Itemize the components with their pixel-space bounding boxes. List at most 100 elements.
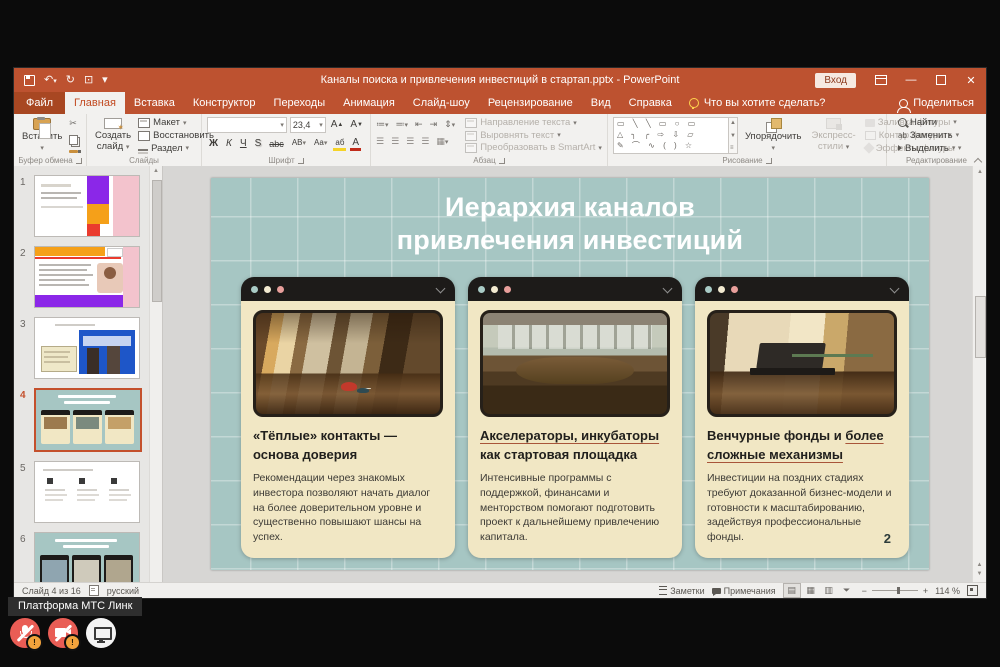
screen-share-button[interactable] <box>86 618 116 648</box>
replace-button[interactable]: abЗаменить▾ <box>898 131 959 141</box>
card-warm-contacts[interactable]: «Тёплые» контакты — основа доверия Реком… <box>241 277 455 558</box>
zoom-out-button[interactable]: − <box>862 586 867 596</box>
find-button[interactable]: Найти <box>898 118 959 128</box>
slide-title[interactable]: Иерархия каналов привлечения инвестиций <box>211 191 929 257</box>
tab-transitions[interactable]: Переходы <box>265 92 335 114</box>
tab-view[interactable]: Вид <box>582 92 620 114</box>
underline-button[interactable]: Ч <box>238 137 249 151</box>
tab-slideshow[interactable]: Слайд-шоу <box>404 92 479 114</box>
align-right-button[interactable]: ☰ <box>406 136 414 147</box>
collapse-ribbon-button[interactable] <box>974 156 982 164</box>
align-text-button[interactable]: Выровнять текст▾ <box>465 131 602 141</box>
strikethrough-button[interactable]: abc <box>267 137 286 151</box>
notes-toggle[interactable]: Заметки <box>659 586 704 596</box>
close-button[interactable]: ✕ <box>956 68 986 92</box>
save-icon[interactable] <box>24 75 35 86</box>
columns-button[interactable]: ▦▾ <box>436 136 448 147</box>
fit-slide-to-window-button[interactable] <box>967 585 978 596</box>
copy-icon[interactable] <box>69 135 78 145</box>
start-slideshow-icon[interactable]: ⊡ <box>84 75 93 86</box>
clipboard-dialog-launcher[interactable] <box>76 158 82 164</box>
decrease-indent-button[interactable]: ⇤ <box>415 119 423 130</box>
slide-thumbnail-5[interactable]: 5 <box>20 461 146 523</box>
tell-me-box[interactable]: Что вы хотите сделать? <box>681 92 834 114</box>
change-case-button[interactable]: Аа▾ <box>312 136 329 151</box>
paragraph-dialog-launcher[interactable] <box>499 158 505 164</box>
numbering-button[interactable]: ≕▾ <box>396 119 409 130</box>
slide-thumbnail-6[interactable]: 6 <box>20 532 146 583</box>
bold-button[interactable]: Ж <box>207 137 220 151</box>
comments-toggle[interactable]: Примечания <box>712 586 776 596</box>
cut-icon[interactable]: ✂ <box>69 118 78 129</box>
ribbon-display-options-button[interactable] <box>866 68 896 92</box>
arrange-button[interactable]: Упорядочить ▾ <box>742 117 805 154</box>
zoom-in-button[interactable]: + <box>923 586 928 596</box>
increase-indent-button[interactable]: ⇥ <box>430 119 438 130</box>
tab-animations[interactable]: Анимация <box>334 92 404 114</box>
bullets-button[interactable]: ≔▾ <box>376 119 389 130</box>
new-slide-button[interactable]: Создать слайд ▾ <box>92 117 134 154</box>
paste-button[interactable]: Вставить ▾ <box>19 117 65 154</box>
minimize-button[interactable]: — <box>896 68 926 92</box>
italic-button[interactable]: К <box>224 137 234 151</box>
slide-thumbnail-3[interactable]: 3 <box>20 317 146 379</box>
tab-design[interactable]: Конструктор <box>184 92 265 114</box>
next-slide-button[interactable]: ▼ <box>973 570 986 580</box>
select-button[interactable]: Выделить▾ <box>898 144 959 154</box>
slide-thumbnail-2[interactable]: 2 <box>20 246 146 308</box>
card-accelerators[interactable]: Акселераторы, инкубаторы как стартовая п… <box>468 277 682 558</box>
redo-icon[interactable]: ↻ <box>66 75 75 86</box>
format-painter-icon[interactable] <box>69 150 78 153</box>
text-shadow-button[interactable]: S <box>253 137 264 151</box>
font-name-input[interactable]: ▾ <box>207 117 287 133</box>
slide-editor-area[interactable]: Иерархия каналов привлечения инвестиций <box>163 166 986 583</box>
tab-insert[interactable]: Вставка <box>125 92 184 114</box>
normal-view-button[interactable]: ▤ <box>783 583 801 598</box>
font-color-button[interactable]: А <box>350 137 361 151</box>
card-venture-funds[interactable]: Венчурные фонды и более сложные механизм… <box>695 277 909 558</box>
highlight-color-button[interactable]: аб <box>333 137 346 151</box>
microphone-muted-button[interactable]: ! <box>10 618 40 648</box>
slide-canvas[interactable]: Иерархия каналов привлечения инвестиций <box>211 178 929 570</box>
quick-styles-button[interactable]: Экспресс-стили ▾ <box>809 117 859 154</box>
undo-icon[interactable]: ↶▾ <box>44 75 57 86</box>
slide-sorter-view-button[interactable]: ▦ <box>803 584 819 597</box>
thumbnails-scrollbar[interactable]: ▲ <box>149 166 162 583</box>
restore-button[interactable] <box>926 68 956 92</box>
zoom-level-value[interactable]: 114 % <box>935 586 960 596</box>
shrink-font-button[interactable]: А▼ <box>348 118 365 132</box>
tab-review[interactable]: Рецензирование <box>479 92 582 114</box>
zoom-slider[interactable] <box>872 590 918 591</box>
camera-off-button[interactable]: ! <box>48 618 78 648</box>
line-spacing-button[interactable]: ⇕▾ <box>444 119 455 130</box>
slide-thumbnail-1[interactable]: 1 <box>20 175 146 237</box>
text-direction-button[interactable]: Направление текста▾ <box>465 118 602 128</box>
scrollbar-thumb[interactable] <box>152 180 162 302</box>
spellcheck-icon[interactable] <box>89 585 99 596</box>
zoom-slider-thumb[interactable] <box>897 587 900 594</box>
tab-home[interactable]: Главная <box>65 92 125 114</box>
scrollbar-thumb[interactable] <box>975 296 986 358</box>
drawing-dialog-launcher[interactable] <box>766 158 772 164</box>
tab-help[interactable]: Справка <box>620 92 681 114</box>
slide-thumbnail-4-selected[interactable]: 4 <box>20 388 146 452</box>
language-indicator[interactable]: русский <box>107 586 139 596</box>
justify-button[interactable]: ☰ <box>421 136 429 147</box>
convert-smartart-button[interactable]: Преобразовать в SmartArt▾ <box>465 143 602 153</box>
slide-position-indicator[interactable]: Слайд 4 из 16 <box>22 586 81 596</box>
shapes-gallery-scroll[interactable]: ▲▼≡ <box>729 117 738 154</box>
reading-view-button[interactable]: ▥ <box>821 584 837 597</box>
font-size-input[interactable]: 23,4▾ <box>290 117 326 133</box>
tab-file[interactable]: Файл <box>14 92 65 114</box>
shapes-gallery[interactable]: ▭ ╲ ╲ ▭ ○ ▭ △ ╮ ╭ ⇨ ⇩ ▱ ✎ ⌒ ∿ ( ) ☆ <box>613 117 729 154</box>
sign-in-button[interactable]: Вход <box>815 73 856 88</box>
align-center-button[interactable]: ☰ <box>391 136 399 147</box>
share-button[interactable]: Поделиться <box>887 92 986 114</box>
previous-slide-button[interactable]: ▲ <box>973 561 986 571</box>
font-dialog-launcher[interactable] <box>298 158 304 164</box>
slideshow-view-button[interactable]: ⏷ <box>839 584 855 597</box>
grow-font-button[interactable]: А▲ <box>329 118 346 132</box>
customize-qat-icon[interactable]: ▾ <box>102 75 108 86</box>
character-spacing-button[interactable]: АВ▾ <box>290 136 308 151</box>
align-left-button[interactable]: ☰ <box>376 136 384 147</box>
